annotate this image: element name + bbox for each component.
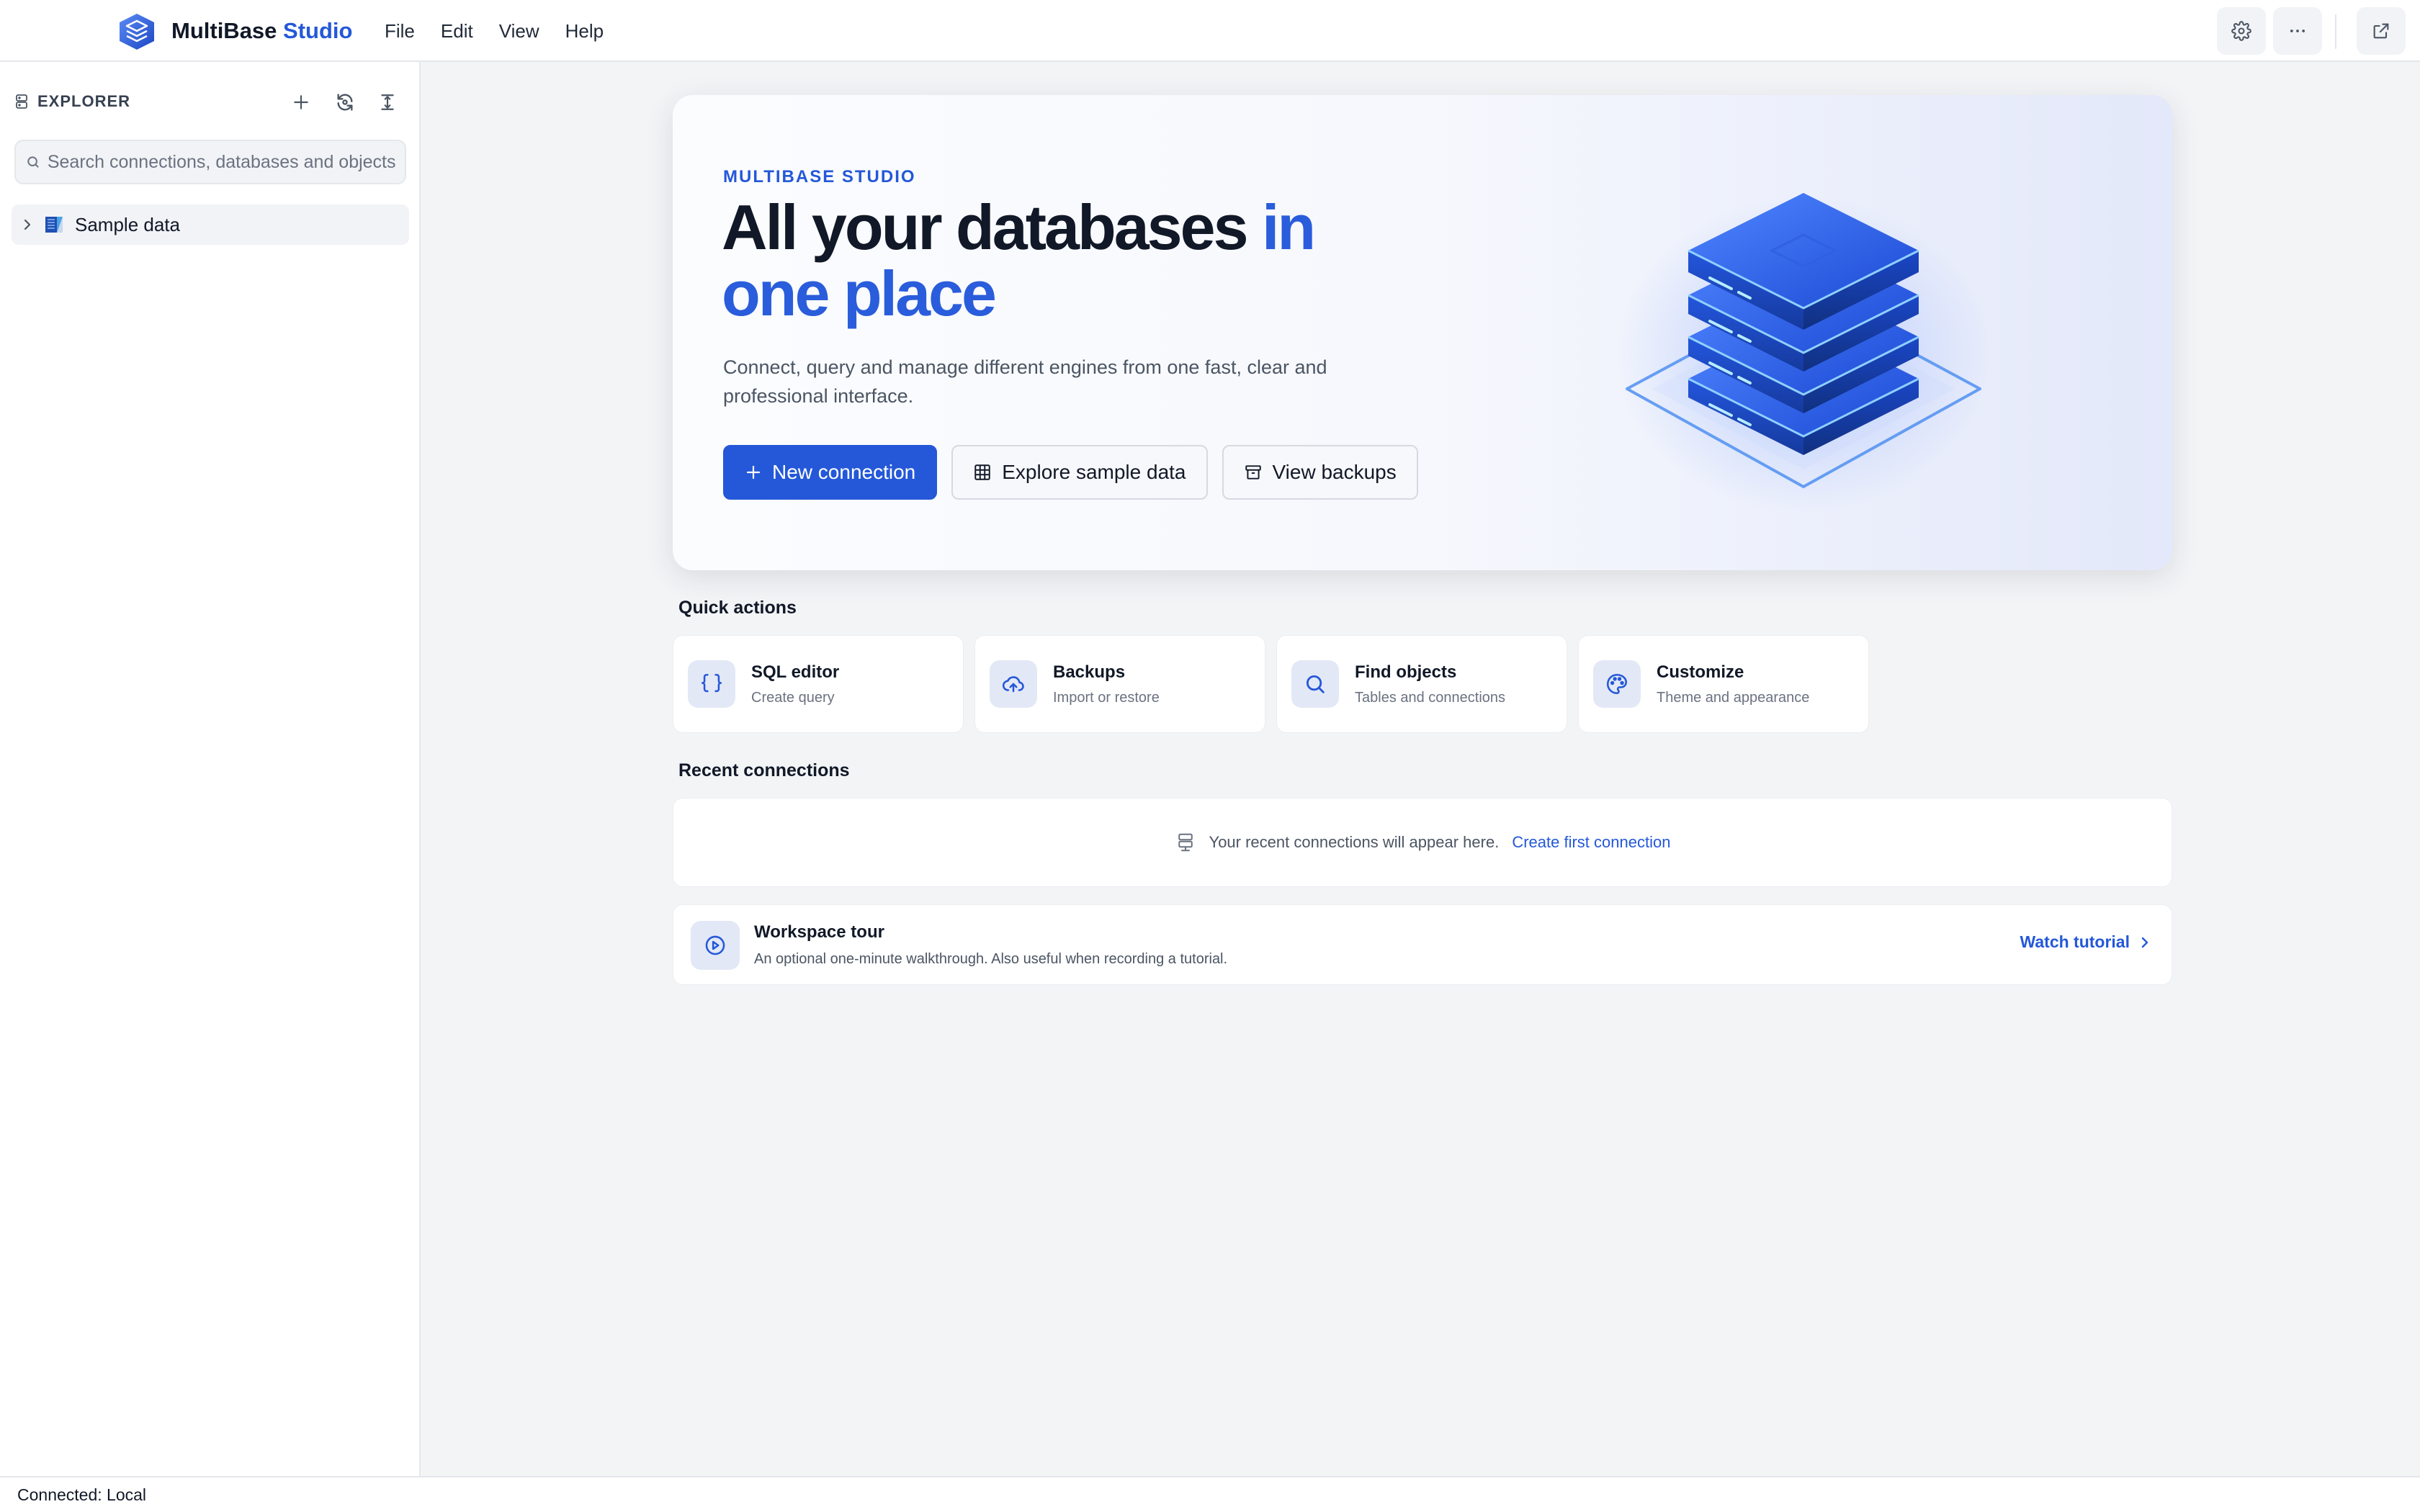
toolbar-divider <box>2335 14 2336 49</box>
hero-banner: MULTIBASE STUDIO All your databases in o… <box>673 95 2172 570</box>
search-icon <box>27 156 39 168</box>
watch-tutorial-label: Watch tutorial <box>2020 932 2130 951</box>
sidebar-search-input[interactable] <box>47 151 405 173</box>
qa-subtitle: Import or restore <box>1053 689 1160 706</box>
cloud-upload-icon <box>1002 676 1024 693</box>
qa-icon-wrap <box>688 660 735 708</box>
tree-item-sample-data[interactable]: Sample data <box>12 204 409 245</box>
collapse-icon <box>381 94 394 110</box>
tree-item-label: Sample data <box>75 213 180 235</box>
collapse-all-button[interactable] <box>372 86 403 118</box>
search-icon <box>1306 675 1325 693</box>
multibase-logo-icon <box>120 14 154 50</box>
tour-icon-wrap <box>691 921 740 970</box>
qa-subtitle: Tables and connections <box>1355 689 1506 706</box>
hero-description: Connect, query and manage different engi… <box>723 356 1327 407</box>
explorer-header: EXPLORER <box>14 92 130 111</box>
server-icon <box>16 94 27 109</box>
qa-icon-wrap <box>1291 660 1339 708</box>
qa-title: SQL editor <box>751 662 840 682</box>
view-backups-button[interactable]: View backups <box>1222 445 1418 500</box>
qa-icon-wrap <box>1593 660 1641 708</box>
tour-subtitle: An optional one-minute walkthrough. Also… <box>754 951 1228 967</box>
more-icon <box>2290 30 2305 32</box>
qa-title: Customize <box>1657 662 1744 682</box>
brand-accent: Studio <box>283 18 353 43</box>
recent-connections-panel: Your recent connections will appear here… <box>673 798 2172 887</box>
menu-view[interactable]: View <box>486 16 552 46</box>
external-window-icon <box>2373 23 2389 39</box>
recent-empty-text: Your recent connections will appear here… <box>1209 833 1500 851</box>
qa-title: Backups <box>1053 662 1126 682</box>
settings-button[interactable] <box>2217 7 2266 55</box>
archive-icon <box>1245 465 1261 480</box>
quick-actions-title: Quick actions <box>678 598 797 618</box>
plus-icon <box>746 465 761 480</box>
top-bar: MultiBase Studio File Edit View Help <box>0 0 2420 62</box>
status-bar: Connected: Local <box>0 1476 2420 1512</box>
palette-icon <box>1606 673 1628 695</box>
menu-file[interactable]: File <box>372 16 428 46</box>
explorer-sidebar: EXPLORER Sample data <box>0 62 421 1476</box>
play-circle-icon <box>705 935 725 955</box>
explore-sample-data-button[interactable]: Explore sample data <box>951 445 1208 500</box>
table-grid-icon <box>974 464 990 480</box>
app-brand: MultiBase Studio <box>171 16 352 46</box>
hero-eyebrow: MULTIBASE STUDIO <box>723 167 916 186</box>
add-connection-button[interactable] <box>285 86 317 118</box>
hero-title-main: All your databases <box>722 192 1249 263</box>
refresh-button[interactable] <box>329 86 361 118</box>
hero-actions: New connection Explore sample data View … <box>723 445 1418 500</box>
brand-main: MultiBase <box>171 18 277 43</box>
quick-action-sql-editor[interactable]: SQL editor Create query <box>673 635 964 733</box>
qa-subtitle: Create query <box>751 689 835 706</box>
quick-action-backups[interactable]: Backups Import or restore <box>974 635 1265 733</box>
open-window-button[interactable] <box>2357 7 2406 55</box>
view-backups-label: View backups <box>1272 461 1397 483</box>
plus-icon <box>294 95 308 109</box>
database-server-illustration <box>1616 193 1991 513</box>
more-button[interactable] <box>2273 7 2322 55</box>
qa-title: Find objects <box>1355 662 1457 682</box>
recent-connections-title: Recent connections <box>678 760 850 780</box>
braces-icon <box>701 673 722 693</box>
explore-sample-data-label: Explore sample data <box>1002 461 1186 483</box>
sidebar-search <box>14 140 406 184</box>
menu-help[interactable]: Help <box>552 16 617 46</box>
workspace-tour-card: Workspace tour An optional one-minute wa… <box>673 904 2172 985</box>
connection-status: Connected: Local <box>17 1485 147 1504</box>
quick-action-customize[interactable]: Customize Theme and appearance <box>1578 635 1869 733</box>
menu-bar: File Edit View Help <box>372 16 617 46</box>
menu-edit[interactable]: Edit <box>428 16 486 46</box>
gear-icon <box>2231 21 2251 41</box>
new-connection-label: New connection <box>772 461 916 483</box>
new-connection-button[interactable]: New connection <box>723 445 938 500</box>
hero-title: All your databases in one place <box>722 194 1428 327</box>
create-first-connection-link[interactable]: Create first connection <box>1512 833 1670 852</box>
chevron-right-icon[interactable] <box>22 218 33 231</box>
database-icon <box>45 217 63 233</box>
quick-action-find-objects[interactable]: Find objects Tables and connections <box>1276 635 1567 733</box>
qa-icon-wrap <box>990 660 1037 708</box>
explorer-title: EXPLORER <box>37 92 131 110</box>
tour-title: Workspace tour <box>754 922 884 942</box>
refresh-icon <box>337 94 353 111</box>
qa-subtitle: Theme and appearance <box>1657 689 1810 706</box>
server-icon <box>1178 833 1193 852</box>
watch-tutorial-link[interactable]: Watch tutorial <box>2020 932 2150 952</box>
chevron-right-icon <box>2141 937 2148 948</box>
